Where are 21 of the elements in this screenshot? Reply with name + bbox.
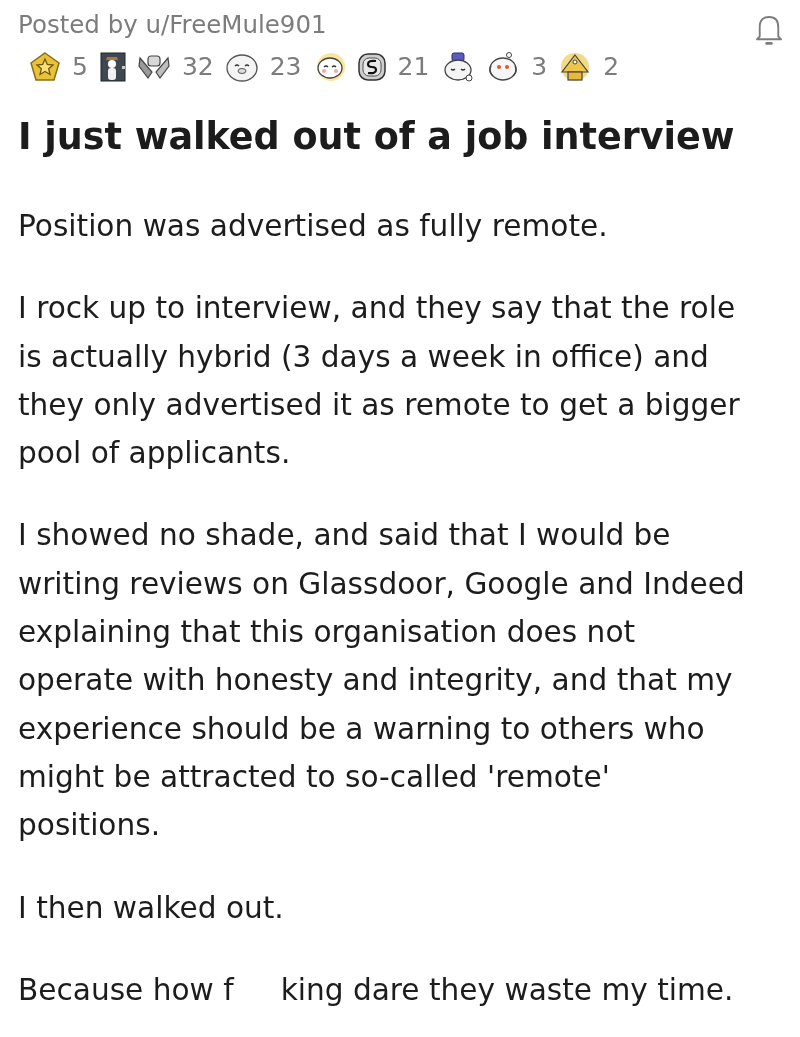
pyramid-icon[interactable]: [559, 52, 592, 82]
award-count: 32: [181, 52, 214, 82]
award-count: 2: [603, 52, 620, 82]
body-paragraph: I then walked out.: [18, 889, 285, 927]
body-paragraph: I showed no shade, and said that I would be writing reviews on Glassdoor, Google and Indeed explaining that this organisation does not operate with honesty and integrity, and that my experience should be a warning to others who might be attracted to so-called 'remote' positions.: [18, 517, 746, 845]
body-paragraph: Because how f king dare they waste my time.: [18, 971, 735, 1009]
coin-icon[interactable]: [357, 52, 386, 82]
door-icon[interactable]: [99, 52, 126, 82]
award-count: 23: [269, 52, 302, 82]
body-paragraph: I rock up to interview, and they say that the role is actually hybrid (3 days a week in office) and they only advertised it as remote to get a bigger pool of applicants.: [18, 290, 741, 473]
posted-by-text: Posted by u/FreeMule901: [18, 9, 328, 41]
seal-icon[interactable]: [225, 52, 258, 82]
face-icon[interactable]: [487, 52, 520, 82]
award-count: 21: [397, 52, 430, 82]
post-title: I just walked out of a job interview: [18, 114, 736, 160]
hat-face-icon[interactable]: [441, 52, 476, 82]
award-count: 5: [72, 52, 88, 82]
body-paragraph: Position was advertised as fully remote.: [18, 208, 609, 245]
notification-bell-icon[interactable]: [756, 14, 782, 46]
star-badge-icon[interactable]: [30, 52, 60, 82]
award-count: 3: [531, 52, 548, 82]
